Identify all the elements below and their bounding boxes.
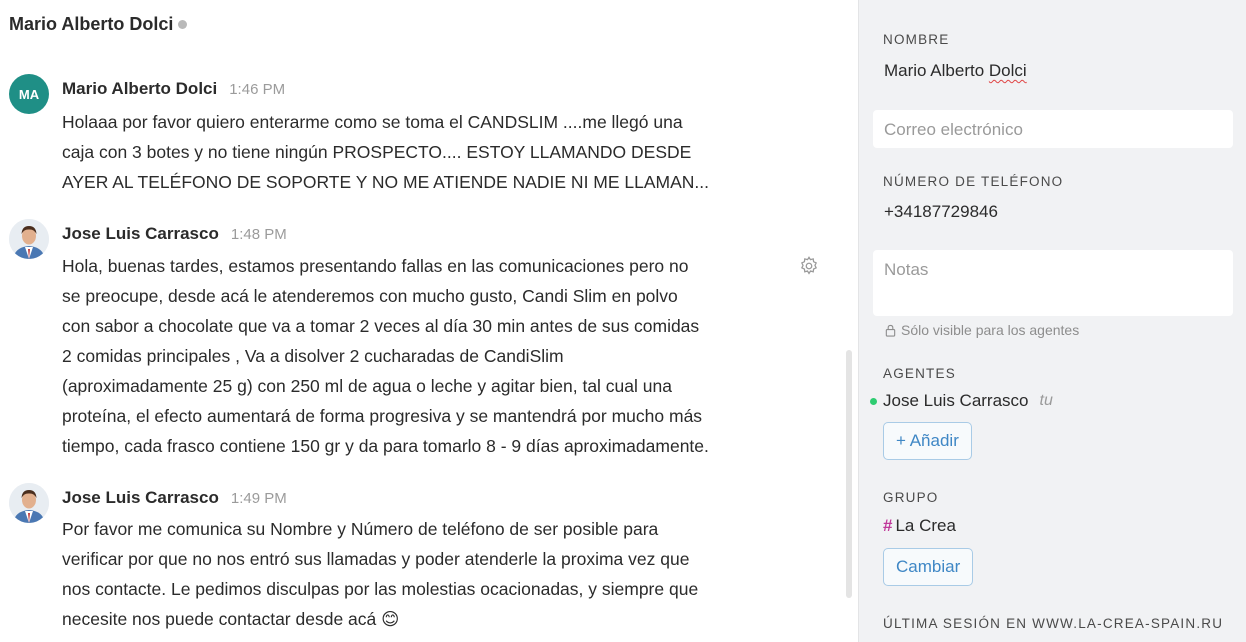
phone-label: NÚMERO DE TELÉFONO (883, 174, 1064, 189)
email-placeholder: Correo electrónico (884, 120, 1023, 139)
name-first: Mario Alberto (884, 61, 989, 80)
message-time: 1:46 PM (229, 81, 286, 98)
smile-emoji-icon: 😊 (381, 609, 400, 629)
status-dot-icon (178, 20, 188, 29)
message-time: 1:49 PM (230, 490, 287, 507)
message-line: con sabor a chocolate que va a tomar 2 v… (62, 316, 700, 336)
message-line: caja con 3 botes y no tiene ningún PROSP… (62, 142, 692, 162)
chat-scrollbar[interactable] (846, 350, 852, 598)
message-author[interactable]: Mario Alberto Dolci (62, 79, 217, 99)
conversation-header: Mario Alberto Dolci (9, 14, 188, 35)
message-header: Mario Alberto Dolci 1:46 PM (62, 79, 285, 99)
group-name: La Crea (895, 516, 956, 535)
message-line: (aproximadamente 25 g) con 250 ml de agu… (62, 376, 672, 396)
name-field[interactable]: Mario Alberto Dolci (884, 61, 1027, 81)
message-line: nos contacte. Le pedimos disculpas por l… (62, 579, 699, 599)
avatar[interactable] (9, 483, 49, 523)
message-line: 2 comidas principales , Va a disolver 2 … (62, 346, 564, 366)
message-author[interactable]: Jose Luis Carrasco (62, 224, 219, 244)
add-agent-button[interactable]: + Añadir (883, 422, 972, 460)
message-author[interactable]: Jose Luis Carrasco (62, 488, 219, 508)
message-header: Jose Luis Carrasco 1:49 PM (62, 488, 287, 508)
group-hash-icon: # (883, 516, 893, 535)
agent-photo-icon (9, 483, 49, 523)
agent-you-tag: tu (1039, 392, 1053, 409)
message-body: Hola, buenas tardes, estamos presentando… (62, 251, 802, 461)
last-session-label: ÚLTIMA SESIÓN EN WWW.LA-CREA-SPAIN.RU (883, 616, 1224, 631)
agents-label: AGENTES (883, 366, 956, 381)
online-dot-icon (870, 397, 877, 405)
message-line: necesite nos puede contactar desde acá 😊 (62, 604, 802, 634)
message-line: se preocupe, desde acá le atenderemos co… (62, 286, 678, 306)
notes-placeholder: Notas (884, 260, 929, 279)
message-line-text: necesite nos puede contactar desde acá (62, 609, 377, 629)
agent-name: Jose Luis Carrasco (883, 391, 1029, 410)
message-header: Jose Luis Carrasco 1:48 PM (62, 224, 287, 244)
contact-sidebar: NOMBRE Mario Alberto Dolci Correo electr… (858, 0, 1246, 642)
phone-field[interactable]: +34187729846 (884, 202, 998, 222)
chat-panel: Mario Alberto Dolci MA Mario Alberto Dol… (0, 0, 858, 642)
change-group-button[interactable]: Cambiar (883, 548, 974, 586)
message-line: tiempo, cada frasco contiene 150 gr y da… (62, 436, 709, 456)
avatar[interactable] (9, 219, 49, 259)
avatar[interactable]: MA (9, 74, 49, 114)
notes-hint: Sólo visible para los agentes (884, 322, 1079, 338)
message-line: AYER AL TELÉFONO DE SOPORTE Y NO ME ATIE… (62, 172, 710, 192)
message-line: Holaaa por favor quiero enterarme como s… (62, 112, 683, 132)
notes-hint-text: Sólo visible para los agentes (901, 322, 1080, 338)
message-line: verificar por que no nos entró sus llama… (62, 549, 690, 569)
agent-item: Jose Luis Carrasco tu (870, 391, 1053, 411)
lock-icon (885, 324, 896, 337)
message-body: Holaaa por favor quiero enterarme como s… (62, 107, 802, 197)
message-time: 1:48 PM (230, 226, 287, 243)
message-line: Hola, buenas tardes, estamos presentando… (62, 256, 689, 276)
agent-photo-icon (9, 219, 49, 259)
avatar-initials: MA (18, 86, 40, 102)
message-line: Por favor me comunica su Nombre y Número… (62, 519, 659, 539)
notes-field[interactable]: Notas (873, 250, 1233, 316)
email-field[interactable]: Correo electrónico (873, 110, 1233, 148)
group-value: # La Crea (883, 516, 956, 536)
contact-name-title: Mario Alberto Dolci (9, 14, 174, 34)
name-last-misspelled: Dolci (988, 61, 1027, 80)
message-body: Por favor me comunica su Nombre y Número… (62, 514, 802, 634)
gear-icon[interactable] (798, 255, 820, 277)
group-label: GRUPO (883, 490, 939, 505)
name-label: NOMBRE (883, 32, 950, 47)
message-line: proteína, el efecto aumentará de forma p… (62, 406, 703, 426)
